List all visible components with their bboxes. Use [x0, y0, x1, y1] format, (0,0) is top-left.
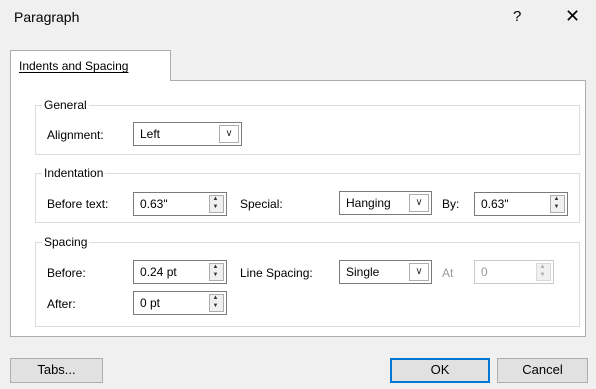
before-label: Before:	[47, 266, 86, 280]
spin-up-icon[interactable]: ▲	[210, 195, 221, 203]
after-label: After:	[47, 297, 76, 311]
before-spin-buttons[interactable]: ▲ ▼	[209, 263, 224, 281]
cancel-button[interactable]: Cancel	[497, 358, 588, 383]
tab-indents-and-spacing[interactable]: Indents and Spacing	[10, 50, 171, 81]
general-group-title: General	[42, 98, 89, 112]
line-spacing-label: Line Spacing:	[240, 266, 313, 280]
tab-label: Indents and Spacing	[19, 59, 129, 73]
by-spinner[interactable]: 0.63" ▲ ▼	[474, 192, 568, 216]
spin-down-icon[interactable]: ▼	[551, 203, 562, 211]
spin-down-icon[interactable]: ▼	[210, 302, 221, 310]
before-text-spin-buttons[interactable]: ▲ ▼	[209, 195, 224, 213]
after-spin-buttons[interactable]: ▲ ▼	[209, 294, 224, 312]
before-spinner[interactable]: 0.24 pt ▲ ▼	[133, 260, 227, 284]
alignment-select[interactable]: Left ∨	[133, 122, 242, 146]
special-select[interactable]: Hanging ∨	[339, 191, 432, 215]
by-value: 0.63"	[481, 197, 509, 211]
spin-up-icon[interactable]: ▲	[210, 263, 221, 271]
spin-up-icon[interactable]: ▲	[210, 294, 221, 302]
general-group	[35, 105, 580, 155]
chevron-down-icon[interactable]: ∨	[409, 263, 429, 281]
by-spin-buttons[interactable]: ▲ ▼	[550, 195, 565, 213]
chevron-down-icon[interactable]: ∨	[409, 194, 429, 212]
spacing-group-title: Spacing	[42, 235, 90, 249]
tabs-button[interactable]: Tabs...	[10, 358, 103, 383]
dialog-title: Paragraph	[14, 9, 80, 25]
indentation-group-title: Indentation	[42, 166, 106, 180]
help-button[interactable]: ?	[513, 8, 521, 25]
line-spacing-value: Single	[346, 265, 380, 279]
spin-down-icon: ▼	[539, 272, 546, 278]
special-value: Hanging	[346, 196, 391, 210]
before-text-spinner[interactable]: 0.63" ▲ ▼	[133, 192, 227, 216]
before-text-value: 0.63"	[140, 197, 168, 211]
spin-up-icon[interactable]: ▲	[551, 195, 562, 203]
spacing-group	[35, 242, 580, 327]
close-icon[interactable]: ✕	[565, 6, 580, 27]
spin-up-icon: ▲	[539, 264, 546, 270]
at-spin-buttons: ▲ ▼	[536, 263, 551, 281]
at-spinner: 0 ▲ ▼	[474, 260, 554, 284]
after-spinner[interactable]: 0 pt ▲ ▼	[133, 291, 227, 315]
at-label: At	[442, 266, 454, 280]
before-text-label: Before text:	[47, 197, 109, 211]
alignment-value: Left	[140, 127, 161, 141]
line-spacing-select[interactable]: Single ∨	[339, 260, 432, 284]
after-value: 0 pt	[140, 296, 161, 310]
spin-down-icon[interactable]: ▼	[210, 271, 221, 279]
chevron-down-icon[interactable]: ∨	[219, 125, 239, 143]
ok-button[interactable]: OK	[390, 358, 490, 383]
spin-down-icon[interactable]: ▼	[210, 203, 221, 211]
special-label: Special:	[240, 197, 283, 211]
at-value: 0	[481, 265, 488, 279]
alignment-label: Alignment:	[47, 128, 104, 142]
before-value: 0.24 pt	[140, 265, 177, 279]
by-label: By:	[442, 197, 460, 211]
